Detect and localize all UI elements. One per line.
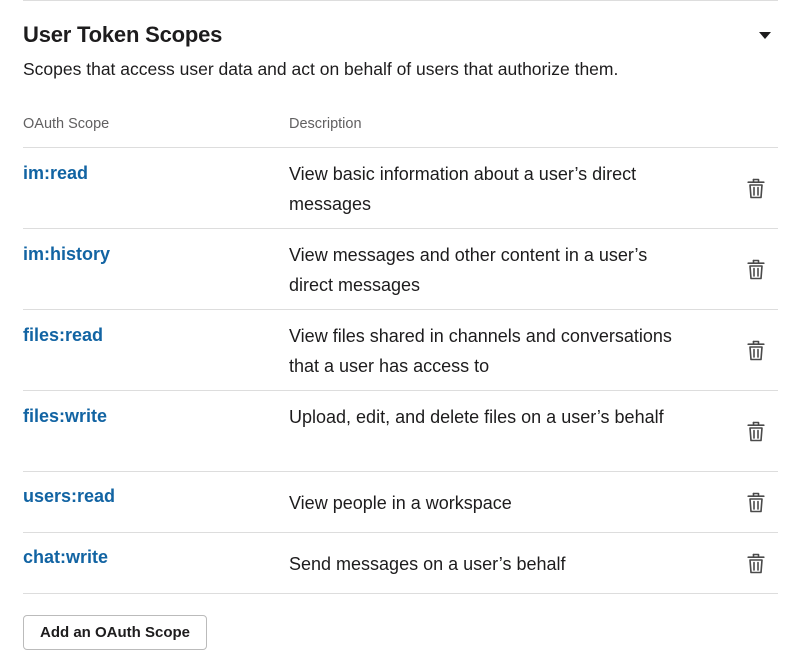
header-oauth-scope: OAuth Scope [23,116,110,132]
trash-icon[interactable] [747,177,765,199]
section-title: User Token Scopes [23,22,223,47]
table-header: OAuth Scope Description [23,110,778,148]
add-oauth-scope-button[interactable]: Add an OAuth Scope [23,615,207,650]
table-row: im:history View messages and other conte… [23,229,778,310]
trash-icon[interactable] [747,339,765,361]
scope-description: View files shared in channels and conver… [289,326,672,376]
scope-link[interactable]: users:read [23,472,289,532]
header-description: Description [289,116,362,132]
scope-description: View basic information about a user’s di… [289,164,637,214]
scopes-table: OAuth Scope Description im:read View bas… [23,110,778,594]
table-row: files:read View files shared in channels… [23,310,778,391]
scope-link[interactable]: im:read [23,148,289,228]
top-divider [23,0,778,1]
table-row: chat:write Send messages on a user’s beh… [23,533,778,594]
trash-icon[interactable] [747,552,765,574]
scope-description: Send messages on a user’s behalf [289,554,566,574]
table-row: im:read View basic information about a u… [23,148,778,229]
scope-link[interactable]: files:read [23,310,289,390]
table-row: files:write Upload, edit, and delete fil… [23,391,778,472]
scope-link[interactable]: files:write [23,391,289,471]
trash-icon[interactable] [747,420,765,442]
caret-down-icon[interactable] [758,28,772,42]
trash-icon[interactable] [747,258,765,280]
trash-icon[interactable] [747,491,765,513]
section-subtitle: Scopes that access user data and act on … [23,59,619,79]
scope-description: Upload, edit, and delete files on a user… [289,407,664,427]
table-row: users:read View people in a workspace [23,472,778,533]
scope-description: View people in a workspace [289,493,512,513]
user-token-scopes-panel: User Token Scopes Scopes that access use… [0,0,812,662]
scope-description: View messages and other content in a use… [289,245,648,295]
scope-link[interactable]: im:history [23,229,289,309]
scope-link[interactable]: chat:write [23,533,289,593]
